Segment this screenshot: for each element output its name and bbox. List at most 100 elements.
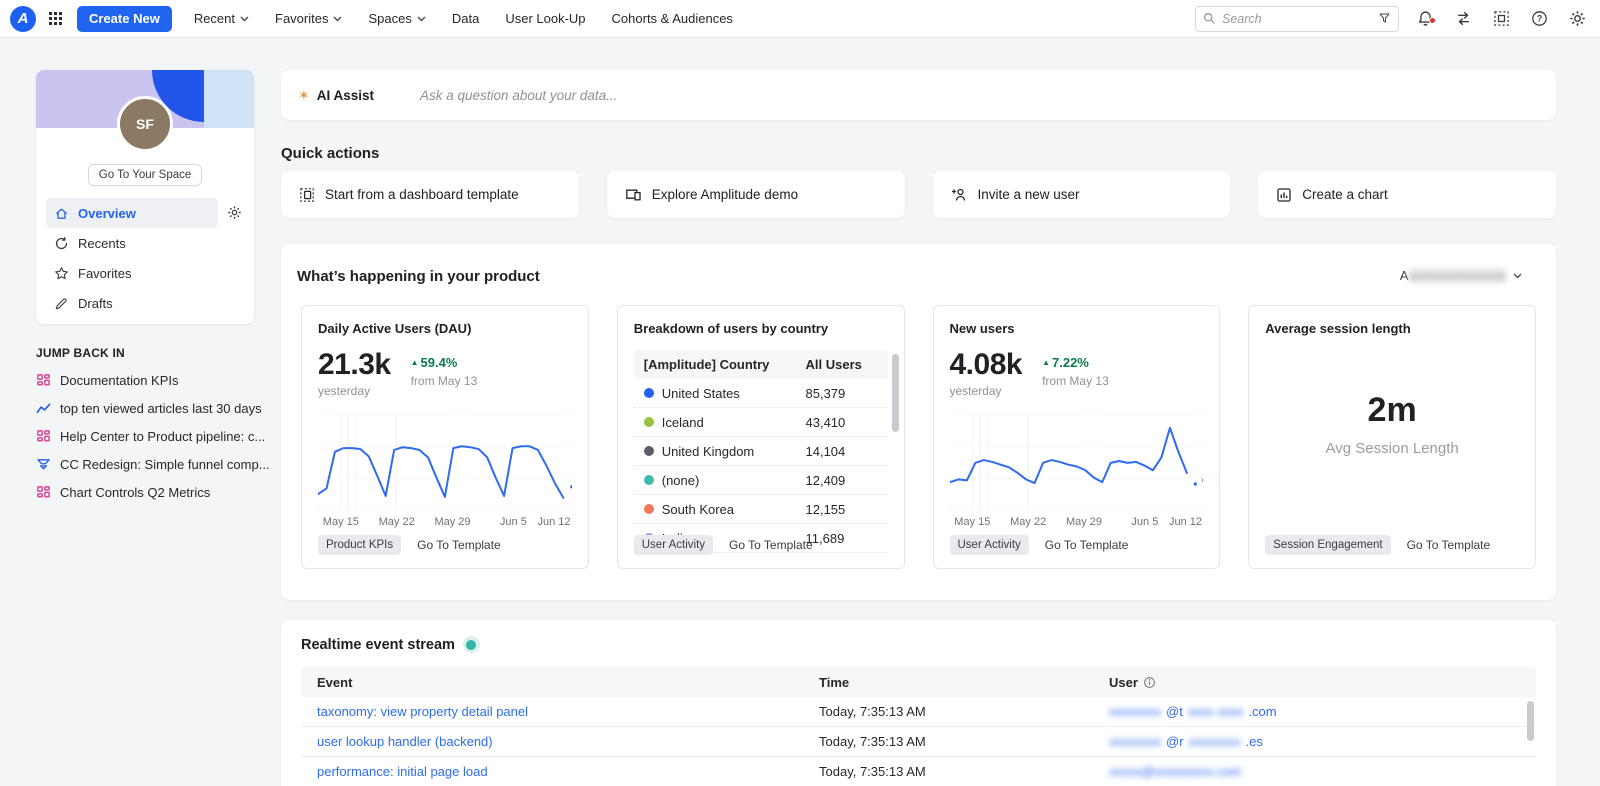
go-to-your-space-button[interactable]: Go To Your Space bbox=[88, 164, 203, 186]
x-tick-label: May 29 bbox=[1066, 516, 1102, 528]
new-users-line-chart[interactable] bbox=[950, 412, 1204, 510]
info-icon[interactable] bbox=[1143, 676, 1156, 689]
event-table: Event Time User taxonomy: view property … bbox=[301, 667, 1536, 786]
create-new-button[interactable]: Create New bbox=[77, 6, 172, 32]
country-users-value: 12,155 bbox=[806, 502, 878, 517]
session-tag[interactable]: Session Engagement bbox=[1265, 535, 1390, 555]
country-users-value: 11,689 bbox=[806, 531, 878, 546]
new-users-delta-label: from May 13 bbox=[1042, 374, 1109, 388]
new-users-delta: ▲7.22% bbox=[1042, 355, 1109, 370]
event-row: taxonomy: view property detail panelToda… bbox=[301, 697, 1536, 727]
quick-action-label: Create a chart bbox=[1302, 187, 1388, 202]
sidebar-item-drafts[interactable]: Drafts bbox=[46, 288, 244, 318]
product-panel: What’s happening in your product Axxxxxx… bbox=[281, 244, 1556, 600]
help-icon[interactable]: ? bbox=[1531, 10, 1548, 27]
chevron-down-icon bbox=[240, 16, 249, 22]
x-tick-label: Jun 12 bbox=[1169, 516, 1202, 528]
nav-data[interactable]: Data bbox=[452, 11, 479, 26]
sidebar-item-recents[interactable]: Recents bbox=[46, 228, 244, 258]
country-row[interactable]: United Kingdom14,104 bbox=[634, 437, 888, 466]
x-tick-label: May 29 bbox=[434, 516, 470, 528]
quick-action-demo[interactable]: Explore Amplitude demo bbox=[607, 171, 905, 218]
country-row[interactable]: United States85,379 bbox=[634, 379, 888, 408]
event-user-link[interactable]: xxxxxxxx@rxxxxxxxx.es bbox=[1109, 734, 1536, 749]
nav-icon-group: ? bbox=[1417, 10, 1586, 27]
country-row[interactable]: South Korea 12,155 bbox=[634, 495, 888, 524]
x-tick-label: Jun 5 bbox=[500, 516, 527, 528]
project-filter-dropdown[interactable]: Axxxxxxxxxxxxxxx bbox=[1400, 268, 1522, 283]
amplitude-logo-icon[interactable]: A bbox=[10, 6, 36, 32]
jump-back-item[interactable]: top ten viewed articles last 30 days bbox=[36, 401, 272, 416]
quick-action-chart[interactable]: Create a chart bbox=[1258, 171, 1556, 218]
user-email-fragment: .com bbox=[1248, 704, 1276, 719]
avatar[interactable]: SF bbox=[117, 96, 173, 152]
country-go-to-template-link[interactable]: Go To Template bbox=[729, 538, 813, 552]
invite-user-icon bbox=[951, 187, 968, 203]
nav-favorites[interactable]: Favorites bbox=[275, 11, 342, 26]
country-name: (none) bbox=[662, 473, 700, 488]
nav-user-look-up[interactable]: User Look-Up bbox=[505, 11, 585, 26]
settings-gear-icon[interactable] bbox=[1569, 10, 1586, 27]
event-link[interactable]: taxonomy: view property detail panel bbox=[301, 704, 819, 719]
quick-action-invite[interactable]: Invite a new user bbox=[933, 171, 1231, 218]
ai-assist-bar[interactable]: ✶ AI Assist Ask a question about your da… bbox=[281, 70, 1556, 120]
country-row[interactable]: (none)12,409 bbox=[634, 466, 888, 495]
dau-value-label: yesterday bbox=[318, 384, 391, 398]
new-users-tag[interactable]: User Activity bbox=[950, 535, 1029, 555]
country-table: [Amplitude] Country All Users United Sta… bbox=[634, 350, 888, 553]
dau-delta-label: from May 13 bbox=[411, 374, 478, 388]
event-row: performance: initial page loadToday, 7:3… bbox=[301, 757, 1536, 786]
home-icon bbox=[54, 206, 69, 221]
dashboard-icon bbox=[36, 373, 51, 388]
jump-back-in-title: JUMP BACK IN bbox=[36, 346, 272, 360]
nav-spaces[interactable]: Spaces bbox=[368, 11, 425, 26]
session-go-to-template-link[interactable]: Go To Template bbox=[1407, 538, 1491, 552]
event-user-link[interactable]: xxxxxxxx@txxxx xxxx.com bbox=[1109, 704, 1536, 719]
search-box[interactable] bbox=[1195, 6, 1399, 32]
event-table-scrollbar[interactable] bbox=[1527, 701, 1534, 741]
x-tick-label: Jun 5 bbox=[1131, 516, 1158, 528]
event-col-header: Event bbox=[301, 675, 819, 690]
jump-back-item[interactable]: CC Redesign: Simple funnel comp... bbox=[36, 457, 272, 472]
live-indicator-icon bbox=[463, 636, 480, 653]
chevron-down-icon bbox=[333, 16, 342, 22]
event-link[interactable]: user lookup handler (backend) bbox=[301, 734, 819, 749]
overview-settings-gear-icon[interactable] bbox=[227, 205, 242, 220]
dau-go-to-template-link[interactable]: Go To Template bbox=[417, 538, 501, 552]
frame-select-icon[interactable] bbox=[1493, 10, 1510, 27]
nav-recent[interactable]: Recent bbox=[194, 11, 249, 26]
sidebar-item-overview[interactable]: Overview bbox=[46, 198, 244, 228]
nav-cohorts-audiences[interactable]: Cohorts & Audiences bbox=[612, 11, 733, 26]
country-name: Iceland bbox=[662, 415, 704, 430]
event-link[interactable]: performance: initial page load bbox=[301, 764, 819, 779]
session-card-title: Average session length bbox=[1265, 321, 1519, 336]
jump-back-item-label: Chart Controls Q2 Metrics bbox=[60, 485, 210, 500]
country-name: South Korea bbox=[662, 502, 734, 517]
jump-back-item[interactable]: Chart Controls Q2 Metrics bbox=[36, 485, 272, 500]
sidebar-item-favorites[interactable]: Favorites bbox=[46, 258, 244, 288]
filter-icon[interactable] bbox=[1378, 12, 1391, 25]
country-users-value: 14,104 bbox=[806, 444, 878, 459]
notifications-bell-icon[interactable] bbox=[1417, 10, 1434, 27]
event-time: Today, 7:35:13 AM bbox=[819, 734, 1109, 749]
dau-line-chart[interactable] bbox=[318, 412, 572, 510]
quick-action-template[interactable]: Start from a dashboard template bbox=[281, 171, 579, 218]
country-table-scrollbar[interactable] bbox=[892, 354, 899, 432]
jump-back-item[interactable]: Documentation KPIs bbox=[36, 373, 272, 388]
sparkle-icon: ✶ bbox=[298, 87, 310, 104]
redacted-user-text: xxxxx@xxxxxxxxx.com bbox=[1109, 764, 1241, 779]
country-tag[interactable]: User Activity bbox=[634, 535, 713, 555]
pathways-swap-icon[interactable] bbox=[1455, 10, 1472, 27]
country-row[interactable]: Iceland43,410 bbox=[634, 408, 888, 437]
jump-back-item[interactable]: Help Center to Product pipeline: c... bbox=[36, 429, 272, 444]
svg-text:?: ? bbox=[1537, 14, 1543, 24]
user-email-fragment: @r bbox=[1166, 734, 1184, 749]
realtime-event-stream-panel: Realtime event stream Event Time User ta… bbox=[281, 620, 1556, 786]
series-color-dot bbox=[644, 475, 654, 485]
search-input[interactable] bbox=[1222, 12, 1372, 26]
apps-grid-icon[interactable] bbox=[48, 11, 63, 26]
new-users-go-to-template-link[interactable]: Go To Template bbox=[1045, 538, 1129, 552]
time-col-header: Time bbox=[819, 675, 1109, 690]
event-user-link[interactable]: xxxxx@xxxxxxxxx.com bbox=[1109, 764, 1536, 779]
dau-tag[interactable]: Product KPIs bbox=[318, 535, 401, 555]
